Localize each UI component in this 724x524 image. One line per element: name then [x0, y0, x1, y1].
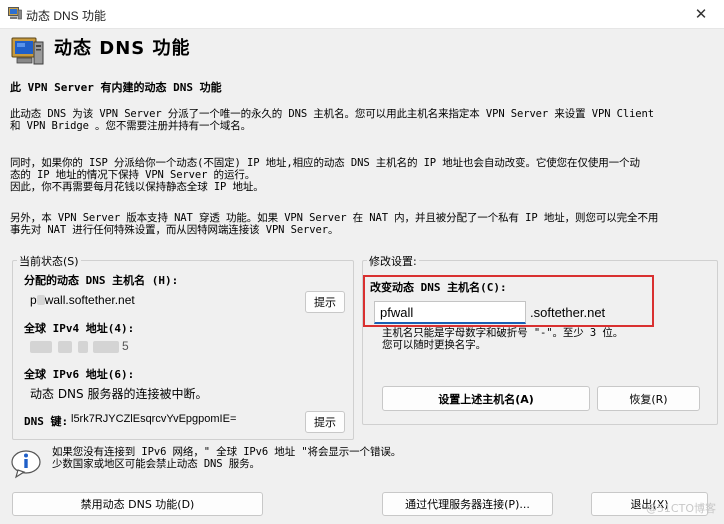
modify-settings-legend: 修改设置: — [367, 253, 419, 269]
restore-button[interactable]: 恢复(R) — [597, 386, 700, 411]
server-computer-icon — [11, 37, 44, 65]
hostname-rules-note: 主机名只能是字母数字和破折号 "-"。至少 3 位。 您可以随时更换名字。 — [382, 327, 624, 351]
hostname-value: p wall.softether.net — [30, 293, 135, 307]
window-title: 动态 DNS 功能 — [26, 9, 107, 23]
ipv6-value: 动态 DNS 服务器的连接被中断。 — [30, 387, 208, 401]
intro-paragraph: 此动态 DNS 为该 VPN Server 分派了一个唯一的永久的 DNS 主机… — [10, 108, 654, 132]
close-icon: ✕ — [694, 5, 708, 23]
info-icon — [11, 450, 41, 479]
redacted-mark — [36, 295, 45, 305]
dns-key-label: DNS 键: — [24, 415, 69, 428]
hostname-label: 分配的动态 DNS 主机名 (H): — [24, 274, 179, 287]
hostname-suffix: .softether.net — [530, 305, 606, 320]
info-text: 如果您没有连接到 IPv6 网络，" 全球 IPv6 地址 "将会显示一个错误。… — [52, 446, 402, 470]
dns-key-value: l5rk7RJYCZlEsqrcvYvEpgpomIE= — [71, 413, 237, 425]
hostname-hint-button[interactable]: 提示 — [305, 291, 345, 313]
apply-hostname-button[interactable]: 设置上述主机名(A) — [382, 386, 590, 411]
app-icon — [8, 7, 22, 20]
disable-ddns-button[interactable]: 禁用动态 DNS 功能(D) — [12, 492, 263, 516]
section-title: 此 VPN Server 有内建的动态 DNS 功能 — [10, 81, 222, 94]
page-title: 动态 DNS 功能 — [54, 38, 191, 59]
dns-key-hint-button[interactable]: 提示 — [305, 411, 345, 433]
title-bar: 动态 DNS 功能 ✕ — [0, 0, 724, 29]
nat-paragraph: 另外，本 VPN Server 版本支持 NAT 穿透 功能。如果 VPN Se… — [10, 212, 659, 236]
dynamic-ip-paragraph: 同时，如果你的 ISP 分派给你一个动态(不固定) IP 地址,相应的动态 DN… — [10, 157, 640, 193]
close-button[interactable]: ✕ — [678, 0, 724, 28]
ipv4-label: 全球 IPv4 地址(4): — [24, 322, 135, 335]
proxy-connect-button[interactable]: 通过代理服务器连接(P)... — [382, 492, 553, 516]
change-hostname-label: 改变动态 DNS 主机名(C): — [370, 281, 507, 294]
hostname-input[interactable] — [374, 301, 526, 324]
ipv6-label: 全球 IPv6 地址(6): — [24, 368, 135, 381]
current-status-legend: 当前状态(S) — [17, 253, 81, 269]
watermark: @51CTO博客 — [645, 502, 716, 515]
